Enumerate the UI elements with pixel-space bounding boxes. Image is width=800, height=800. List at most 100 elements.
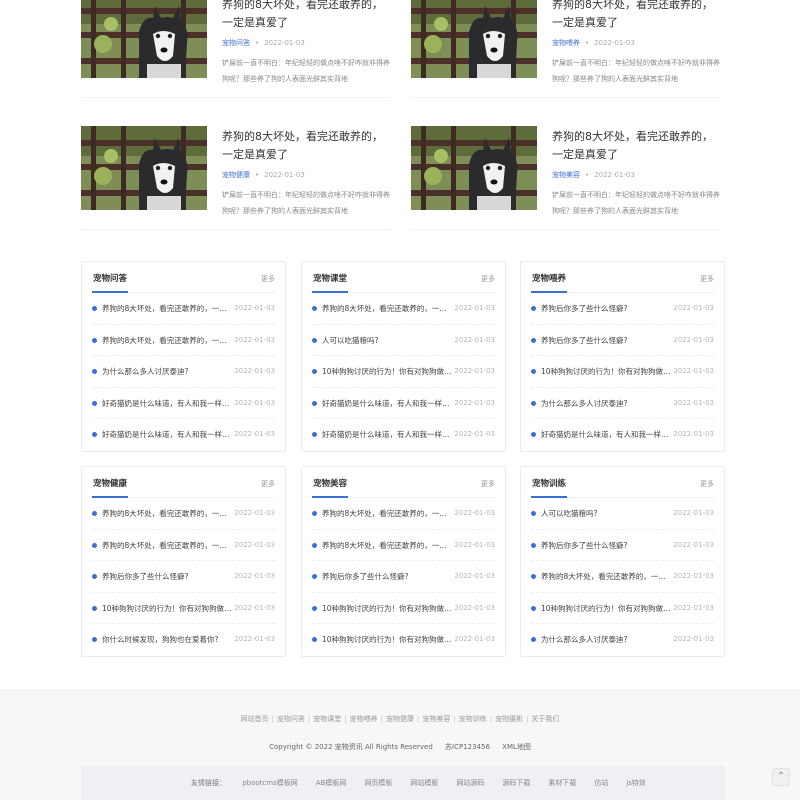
item-title[interactable]: 养狗的8大坏处，看完还敢养的，一定是真爱了	[322, 303, 454, 314]
list-item[interactable]: 好奇猫奶是什么味道，有人和我一样好奇吗 2022-01-03	[92, 419, 275, 451]
item-title[interactable]: 为什么那么多人讨厌泰迪?	[102, 366, 234, 377]
list-item[interactable]: 你什么时候发现，狗狗也在爱着你? 2022-01-03	[92, 624, 275, 656]
list-item[interactable]: 养狗的8大坏处，看完还敢养的，一定是真爱了2022-01-03	[312, 293, 495, 325]
list-item[interactable]: 10种狗狗讨厌的行为！你有对狗狗做过吗 2022-01-03	[531, 593, 714, 624]
list-item[interactable]: 人可以吃猫粮吗? 2022-01-03	[312, 325, 495, 356]
item-title[interactable]: 养狗的8大坏处，看完还敢养的，一定是真爱了	[322, 508, 454, 519]
item-title[interactable]: 为什么那么多人讨厌泰迪?	[541, 398, 673, 409]
list-item[interactable]: 为什么那么多人讨厌泰迪? 2022-01-03	[92, 356, 275, 388]
item-title[interactable]: 10种狗狗讨厌的行为！你有对狗狗做过吗	[322, 603, 454, 614]
item-title[interactable]: 养狗后你多了些什么怪癖?	[541, 303, 673, 314]
item-title[interactable]: 养狗后你多了些什么怪癖?	[102, 571, 234, 582]
friend-link[interactable]: 素材下载	[548, 779, 576, 787]
footer-nav-link[interactable]: 网站首页	[241, 715, 269, 723]
article-thumbnail[interactable]	[81, 0, 207, 78]
icp-link[interactable]: 苏ICP123456	[445, 743, 490, 751]
footer-nav-link[interactable]: 宠物训练	[459, 715, 487, 723]
list-item[interactable]: 养狗的8大坏处，看完还敢养的，一定是真爱了2022-01-03	[92, 325, 275, 356]
article-card[interactable]: 养狗的8大坏处，看完还敢养的，一定是真爱了 宠物问答 • 2022-01-03 铲屎…	[81, 0, 391, 98]
friend-link[interactable]: 网页模板	[364, 779, 392, 787]
list-item[interactable]: 养狗后你多了些什么怪癖? 2022-01-03	[531, 530, 714, 561]
more-link[interactable]: 更多	[261, 479, 275, 489]
article-thumbnail[interactable]	[411, 0, 537, 78]
list-item[interactable]: 10种狗狗讨厌的行为！你有对狗狗做过吗 2022-01-03	[312, 624, 495, 656]
article-title[interactable]: 养狗的8大坏处，看完还敢养的，一定是真爱了	[552, 128, 722, 164]
item-title[interactable]: 你什么时候发现，狗狗也在爱着你?	[102, 634, 234, 645]
footer-nav-link[interactable]: 宠物健康	[386, 715, 414, 723]
item-title[interactable]: 养狗的8大坏处，看完还敢养的，一定是真爱了	[102, 540, 234, 551]
article-card[interactable]: 养狗的8大坏处，看完还敢养的，一定是真爱了 宠物健康 • 2022-01-03 铲屎…	[81, 112, 391, 230]
list-item[interactable]: 好奇猫奶是什么味道，有人和我一样好奇吗 2022-01-03	[92, 388, 275, 419]
footer-nav-link[interactable]: 宠物喂养	[350, 715, 378, 723]
item-title[interactable]: 好奇猫奶是什么味道，有人和我一样好奇吗	[322, 429, 454, 440]
friend-link[interactable]: 仿站	[594, 779, 608, 787]
item-title[interactable]: 10种狗狗讨厌的行为！你有对狗狗做过吗	[102, 603, 234, 614]
friend-link[interactable]: 源码下载	[502, 779, 530, 787]
item-title[interactable]: 为什么那么多人讨厌泰迪?	[541, 634, 673, 645]
list-item[interactable]: 好奇猫奶是什么味道，有人和我一样好奇吗 2022-01-03	[312, 388, 495, 419]
item-title[interactable]: 10种狗狗讨厌的行为！你有对狗狗做过吗	[541, 366, 673, 377]
list-item[interactable]: 养狗的8大坏处，看完还敢养的，一定是真爱了2022-01-03	[92, 498, 275, 530]
box-title[interactable]: 宠物美容	[313, 477, 347, 489]
footer-nav-link[interactable]: 宠物课堂	[313, 715, 341, 723]
article-category[interactable]: 宠物美容	[552, 171, 580, 179]
list-item[interactable]: 10种狗狗讨厌的行为！你有对狗狗做过吗 2022-01-03	[92, 593, 275, 624]
list-item[interactable]: 为什么那么多人讨厌泰迪? 2022-01-03	[531, 624, 714, 656]
article-category[interactable]: 宠物健康	[222, 171, 250, 179]
list-item[interactable]: 好奇猫奶是什么味道，有人和我一样好奇吗 2022-01-03	[312, 419, 495, 451]
back-to-top-button[interactable]: ⌃	[772, 768, 790, 786]
list-item[interactable]: 好奇猫奶是什么味道，有人和我一样好奇吗 2022-01-03	[531, 419, 714, 451]
list-item[interactable]: 养狗后你多了些什么怪癖? 2022-01-03	[92, 561, 275, 593]
article-category[interactable]: 宠物喂养	[552, 39, 580, 47]
item-title[interactable]: 养狗后你多了些什么怪癖?	[322, 571, 454, 582]
list-item[interactable]: 养狗的8大坏处，看完还敢养的，一定是真爱了2022-01-03	[92, 530, 275, 561]
article-card[interactable]: 养狗的8大坏处，看完还敢养的，一定是真爱了 宠物喂养 • 2022-01-03 铲屎…	[411, 0, 721, 98]
footer-nav-link[interactable]: 宠物美容	[422, 715, 450, 723]
article-title[interactable]: 养狗的8大坏处，看完还敢养的，一定是真爱了	[222, 0, 392, 32]
sitemap-link[interactable]: XML地图	[502, 743, 531, 751]
item-title[interactable]: 养狗后你多了些什么怪癖?	[541, 540, 673, 551]
list-item[interactable]: 10种狗狗讨厌的行为！你有对狗狗做过吗 2022-01-03	[531, 356, 714, 388]
item-title[interactable]: 好奇猫奶是什么味道，有人和我一样好奇吗	[102, 398, 234, 409]
item-title[interactable]: 养狗后你多了些什么怪癖?	[541, 335, 673, 346]
more-link[interactable]: 更多	[481, 479, 495, 489]
list-item[interactable]: 养狗的8大坏处，看完还敢养的，一定是真爱了2022-01-03	[92, 293, 275, 325]
footer-nav-link[interactable]: 关于我们	[531, 715, 559, 723]
article-thumbnail[interactable]	[81, 126, 207, 210]
article-title[interactable]: 养狗的8大坏处，看完还敢养的，一定是真爱了	[222, 128, 392, 164]
item-title[interactable]: 人可以吃猫粮吗?	[322, 335, 454, 346]
more-link[interactable]: 更多	[700, 479, 714, 489]
friend-link[interactable]: AB模板网	[316, 779, 347, 787]
footer-nav-link[interactable]: 宠物摄影	[495, 715, 523, 723]
list-item[interactable]: 养狗的8大坏处，看完还敢养的，一定是真爱了2022-01-03	[531, 561, 714, 593]
article-thumbnail[interactable]	[411, 126, 537, 210]
friend-link[interactable]: js特效	[626, 779, 646, 787]
item-title[interactable]: 养狗的8大坏处，看完还敢养的，一定是真爱了	[102, 335, 234, 346]
more-link[interactable]: 更多	[700, 274, 714, 284]
item-title[interactable]: 10种狗狗讨厌的行为！你有对狗狗做过吗	[322, 366, 454, 377]
item-title[interactable]: 好奇猫奶是什么味道，有人和我一样好奇吗	[541, 429, 673, 440]
more-link[interactable]: 更多	[481, 274, 495, 284]
item-title[interactable]: 好奇猫奶是什么味道，有人和我一样好奇吗	[322, 398, 454, 409]
list-item[interactable]: 养狗后你多了些什么怪癖? 2022-01-03	[531, 325, 714, 356]
box-title[interactable]: 宠物健康	[93, 477, 127, 489]
box-title[interactable]: 宠物喂养	[532, 272, 566, 284]
article-card[interactable]: 养狗的8大坏处，看完还敢养的，一定是真爱了 宠物美容 • 2022-01-03 铲屎…	[411, 112, 721, 230]
box-title[interactable]: 宠物课堂	[313, 272, 347, 284]
item-title[interactable]: 人可以吃猫粮吗?	[541, 508, 673, 519]
list-item[interactable]: 养狗的8大坏处，看完还敢养的，一定是真爱了2022-01-03	[312, 498, 495, 530]
list-item[interactable]: 人可以吃猫粮吗? 2022-01-03	[531, 498, 714, 530]
item-title[interactable]: 养狗的8大坏处，看完还敢养的，一定是真爱了	[541, 571, 673, 582]
list-item[interactable]: 养狗后你多了些什么怪癖? 2022-01-03	[312, 561, 495, 593]
item-title[interactable]: 10种狗狗讨厌的行为！你有对狗狗做过吗	[541, 603, 673, 614]
box-title[interactable]: 宠物问答	[93, 272, 127, 284]
item-title[interactable]: 养狗的8大坏处，看完还敢养的，一定是真爱了	[102, 508, 234, 519]
list-item[interactable]: 10种狗狗讨厌的行为！你有对狗狗做过吗 2022-01-03	[312, 593, 495, 624]
list-item[interactable]: 10种狗狗讨厌的行为！你有对狗狗做过吗 2022-01-03	[312, 356, 495, 388]
list-item[interactable]: 养狗的8大坏处，看完还敢养的，一定是真爱了2022-01-03	[312, 530, 495, 561]
more-link[interactable]: 更多	[261, 274, 275, 284]
friend-link[interactable]: 网站源码	[456, 779, 484, 787]
item-title[interactable]: 养狗的8大坏处，看完还敢养的，一定是真爱了	[102, 303, 234, 314]
article-title[interactable]: 养狗的8大坏处，看完还敢养的，一定是真爱了	[552, 0, 722, 32]
friend-link[interactable]: pbootcms模板网	[242, 779, 298, 787]
